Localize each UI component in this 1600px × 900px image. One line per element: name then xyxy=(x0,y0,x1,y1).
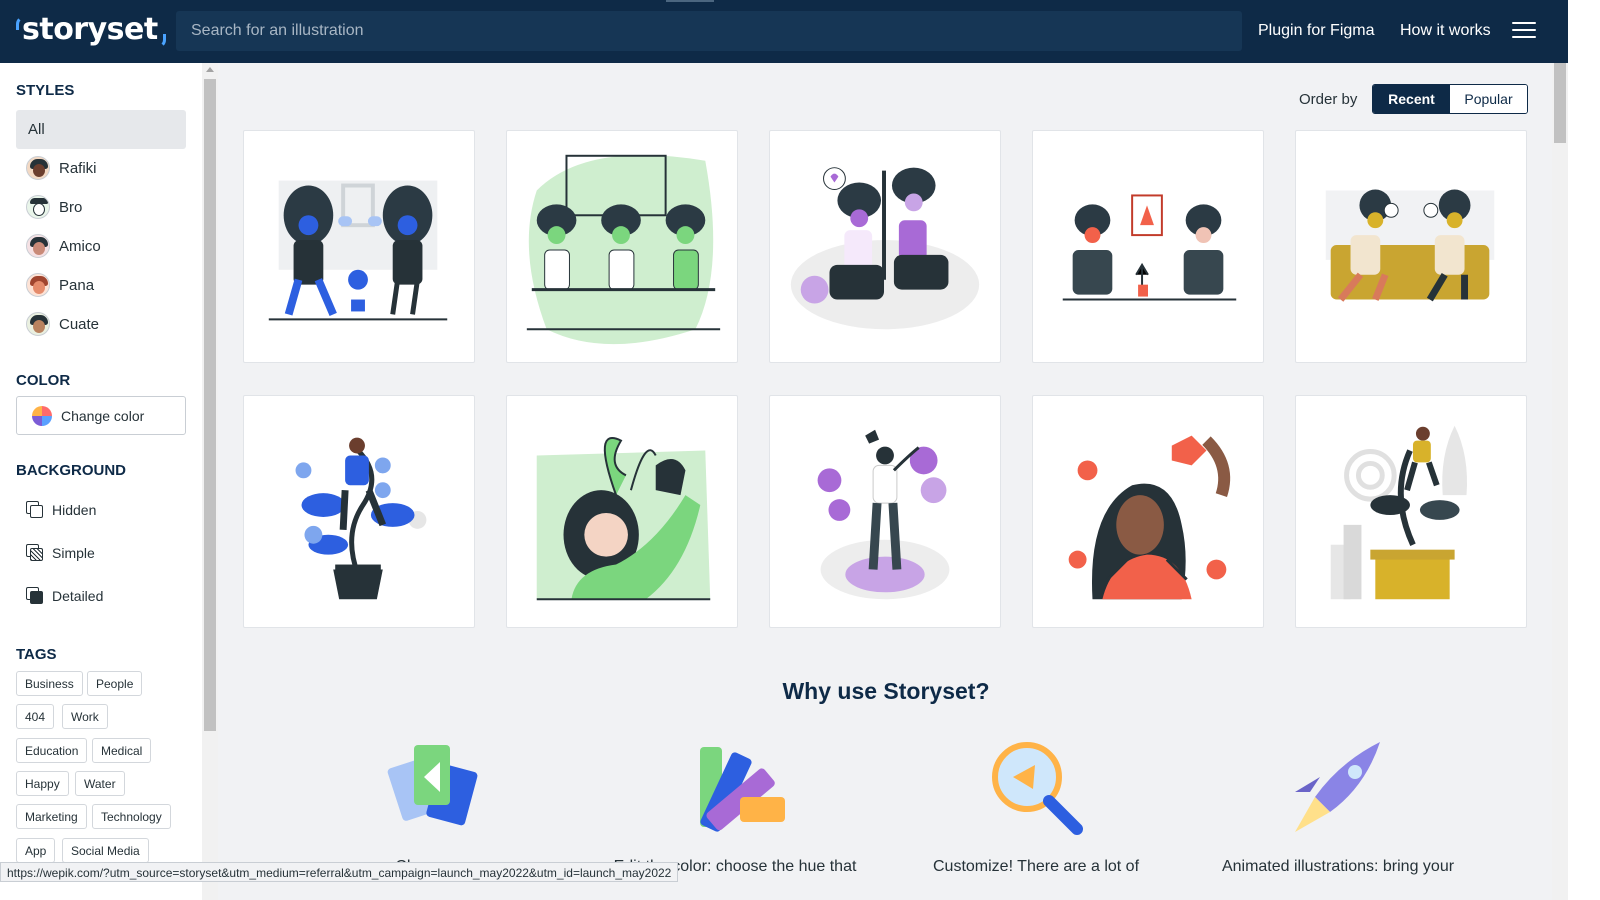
background-label: Hidden xyxy=(52,502,97,518)
illustration-card-rocket-plant[interactable] xyxy=(1295,395,1527,628)
change-color-button[interactable]: Change color xyxy=(16,396,186,435)
background-label: Detailed xyxy=(52,588,104,604)
scroll-up-arrow-icon[interactable] xyxy=(206,67,214,72)
watering-woman-illustration xyxy=(1068,435,1231,600)
rafiki-avatar-icon xyxy=(26,156,50,180)
style-item-bro[interactable]: Bro xyxy=(26,195,82,219)
tag-app[interactable]: App xyxy=(16,838,56,863)
illustration-card-salon-chat[interactable] xyxy=(243,130,475,363)
top-header: storyset Plugin for Figma How it works xyxy=(0,0,1568,63)
logo-swoosh-right xyxy=(156,34,166,48)
style-label: Rafiki xyxy=(59,159,97,177)
sidebar-scroll-thumb[interactable] xyxy=(204,79,216,731)
rocket-icon xyxy=(1285,737,1395,837)
tag-medical[interactable]: Medical xyxy=(92,738,152,763)
color-palette-icon xyxy=(685,737,795,837)
tag-technology[interactable]: Technology xyxy=(92,804,171,829)
background-simple-option[interactable]: Simple xyxy=(26,544,95,562)
feature-text-customize: Customize! There are a lot of xyxy=(932,858,1140,875)
salon-red-illustration xyxy=(1062,194,1237,301)
cuate-avatar-icon xyxy=(26,312,50,336)
style-label: Bro xyxy=(59,198,83,216)
plugin-for-figma-link[interactable]: Plugin for Figma xyxy=(1258,22,1375,40)
watering-head-illustration xyxy=(536,437,711,601)
illustration-card-salon-three-women[interactable] xyxy=(506,130,738,363)
tag-water[interactable]: Water xyxy=(75,771,125,796)
style-label: Amico xyxy=(59,237,101,255)
background-label: Simple xyxy=(52,545,95,561)
salon-purple-illustration xyxy=(790,167,980,330)
storyset-logo[interactable]: storyset xyxy=(16,12,166,52)
salon-three-women-illustration xyxy=(526,154,721,345)
illustration-card-salon-yellow[interactable] xyxy=(1295,130,1527,363)
flowers-purple-illustration xyxy=(817,429,950,600)
style-label: Pana xyxy=(59,276,95,294)
background-detailed-option[interactable]: Detailed xyxy=(26,587,103,605)
order-popular-button[interactable]: Popular xyxy=(1450,85,1527,113)
illustration-card-watering-head[interactable] xyxy=(506,395,738,628)
background-detailed-icon xyxy=(26,587,44,605)
salon-yellow-illustration xyxy=(1325,189,1495,302)
style-item-pana[interactable]: Pana xyxy=(26,273,94,297)
background-title: BACKGROUND xyxy=(16,462,126,479)
styles-title: STYLES xyxy=(16,82,75,99)
tag-education[interactable]: Education xyxy=(16,738,88,763)
tag-work[interactable]: Work xyxy=(62,704,108,729)
background-hidden-icon xyxy=(26,501,44,519)
tag-marketing[interactable]: Marketing xyxy=(16,804,87,829)
tag-404[interactable]: 404 xyxy=(16,704,55,729)
pana-avatar-icon xyxy=(26,273,50,297)
illustration-card-salon-red[interactable] xyxy=(1032,130,1264,363)
why-title: Why use Storyset? xyxy=(782,678,990,704)
magnifier-icon xyxy=(985,737,1095,837)
color-wheel-icon xyxy=(32,405,52,426)
change-color-label: Change color xyxy=(61,407,145,424)
order-by-label: Order by xyxy=(1299,91,1358,108)
rocket-plant-illustration xyxy=(1330,425,1468,600)
search-bar[interactable] xyxy=(176,11,1242,51)
tag-happy[interactable]: Happy xyxy=(16,771,69,796)
tag-business[interactable]: Business xyxy=(16,671,83,696)
header-accent-line xyxy=(666,0,714,2)
illustration-card-flowers-purple[interactable] xyxy=(769,395,1001,628)
search-input[interactable] xyxy=(176,11,1242,51)
style-item-amico[interactable]: Amico xyxy=(26,234,101,258)
background-hidden-option[interactable]: Hidden xyxy=(26,501,96,519)
bro-avatar-icon xyxy=(26,195,50,219)
amico-avatar-icon xyxy=(26,234,50,258)
hamburger-menu-icon[interactable] xyxy=(1512,22,1536,40)
order-by-toggle: Recent Popular xyxy=(1372,84,1528,114)
illustration-card-plant-blue[interactable] xyxy=(243,395,475,628)
style-item-cuate[interactable]: Cuate xyxy=(26,312,99,336)
style-label: Cuate xyxy=(59,315,100,333)
tag-people[interactable]: People xyxy=(87,671,143,696)
style-item-all[interactable]: All xyxy=(16,110,186,149)
sidebar-scrollbar[interactable] xyxy=(202,63,218,900)
feature-text-animated: Animated illustrations: bring your xyxy=(1221,858,1455,875)
why-section: Why use Storyset? xyxy=(220,678,1552,705)
layers-icon xyxy=(382,737,492,837)
tags-title: TAGS xyxy=(16,646,57,663)
tag-social-media[interactable]: Social Media xyxy=(62,838,149,863)
how-it-works-link[interactable]: How it works xyxy=(1400,22,1491,40)
salon-chat-illustration xyxy=(268,180,448,321)
illustration-card-salon-purple[interactable] xyxy=(769,130,1001,363)
status-bar-url: https://wepik.com/?utm_source=storyset&u… xyxy=(0,862,679,882)
plant-blue-illustration xyxy=(295,437,427,600)
order-recent-button[interactable]: Recent xyxy=(1373,85,1450,113)
color-title: COLOR xyxy=(16,372,71,389)
illustration-card-watering-woman[interactable] xyxy=(1032,395,1264,628)
main-scrollbar[interactable] xyxy=(1552,63,1568,900)
logo-text: storyset xyxy=(22,12,158,47)
style-item-rafiki[interactable]: Rafiki xyxy=(26,156,97,180)
background-simple-icon xyxy=(26,544,44,562)
main-scroll-thumb[interactable] xyxy=(1554,63,1566,143)
window-edge xyxy=(1568,0,1600,900)
